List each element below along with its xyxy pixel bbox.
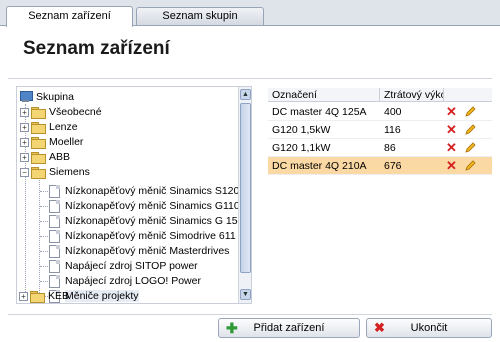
tree-item-label: Měniče projekty <box>65 290 139 302</box>
expand-icon[interactable]: + <box>20 122 29 132</box>
column-header-name[interactable]: Označení <box>268 88 380 102</box>
tree-item-label: Nízkonapěťový měnič Masterdrives <box>65 245 230 257</box>
footer-divider <box>8 314 492 315</box>
tree-content: Skupina + Všeobecné + Lenze + Moeller + … <box>17 87 243 303</box>
delete-icon[interactable]: ✕ <box>446 141 457 154</box>
scroll-up-icon[interactable]: ▲ <box>240 89 251 100</box>
tree-item[interactable]: Nízkonapěťový měnič Sinamics G110 <box>49 199 240 213</box>
expand-icon[interactable]: + <box>20 137 29 147</box>
table-row[interactable]: G120 1,5kW 116 ✕ <box>268 121 492 139</box>
tree-scrollbar[interactable]: ▲ ▼ <box>238 87 251 303</box>
tree-folder-abb[interactable]: + ABB <box>20 150 70 164</box>
computer-icon <box>19 91 33 103</box>
tree-folder-label: Siemens <box>49 166 90 178</box>
folder-icon <box>31 136 46 149</box>
delete-icon[interactable]: ✕ <box>446 159 457 172</box>
tab-group-list[interactable]: Seznam skupin <box>136 7 264 25</box>
device-grid: Označení Ztrátový výkon DC master 4Q 125… <box>268 88 492 178</box>
cell-name: DC master 4Q 125A <box>272 106 367 118</box>
scroll-down-icon[interactable]: ▼ <box>240 289 251 300</box>
delete-icon[interactable]: ✕ <box>446 123 457 136</box>
edit-icon[interactable] <box>464 106 476 118</box>
main-panel: Seznam zařízení Skupina + Všeobecné + Le… <box>0 26 500 342</box>
edit-icon[interactable] <box>464 124 476 136</box>
tree-item[interactable]: Napájecí zdroj SITOP power <box>49 259 198 273</box>
tree-item[interactable]: Nízkonapěťový měnič Simodrive 611 <box>49 229 236 243</box>
tree-item[interactable]: Nízkonapěťový měnič Masterdrives <box>49 244 229 258</box>
table-row-selected[interactable]: DC master 4Q 210A 676 ✕ <box>268 157 492 175</box>
grid-header: Označení Ztrátový výkon <box>268 88 492 102</box>
tree-root[interactable]: Skupina <box>19 90 74 104</box>
cell-name: DC master 4Q 210A <box>272 160 367 172</box>
document-icon <box>49 274 60 288</box>
document-icon <box>49 244 60 258</box>
tree-folder-label: KEB <box>48 290 70 302</box>
document-icon <box>49 229 60 243</box>
cell-loss: 116 <box>384 124 401 136</box>
expand-icon[interactable]: + <box>20 152 29 162</box>
cell-loss: 676 <box>384 160 402 172</box>
tree-folder-siemens[interactable]: − Siemens <box>20 165 90 179</box>
add-device-label: Přidat zařízení <box>253 322 325 334</box>
tree-folder-label: Všeobecné <box>49 106 102 118</box>
folder-icon <box>31 121 46 134</box>
edit-icon[interactable] <box>464 142 476 154</box>
cell-loss: 86 <box>384 142 396 154</box>
tree-line <box>39 175 40 293</box>
document-icon <box>49 214 60 228</box>
tree-folder-moeller[interactable]: + Moeller <box>20 135 83 149</box>
expand-icon[interactable]: + <box>20 107 29 117</box>
tree-item-label: Napájecí zdroj SITOP power <box>65 260 198 272</box>
cell-name: G120 1,5kW <box>272 124 331 136</box>
cell-loss: 400 <box>384 106 402 118</box>
tab-bar: Seznam zařízení Seznam skupin <box>0 0 500 27</box>
document-icon <box>49 184 60 198</box>
tree-folder-label: Moeller <box>49 136 84 148</box>
title-divider <box>8 78 492 79</box>
scroll-thumb[interactable] <box>240 103 251 273</box>
tree-item[interactable]: Nízkonapěťový měnič Sinamics S120 <box>49 184 239 198</box>
tree-line <box>40 236 48 237</box>
close-button[interactable]: ✖ Ukončit <box>366 318 492 338</box>
tree-line <box>40 281 48 282</box>
close-label: Ukončit <box>410 322 448 334</box>
tree-item-label: Nízkonapěťový měnič Sinamics S120 <box>65 185 240 197</box>
folder-icon <box>31 106 46 119</box>
folder-icon <box>30 290 45 303</box>
tree-folder-keb[interactable]: + KEB <box>19 289 69 303</box>
delete-icon[interactable]: ✕ <box>446 105 457 118</box>
group-tree[interactable]: Skupina + Všeobecné + Lenze + Moeller + … <box>16 86 252 304</box>
tree-line <box>40 191 48 192</box>
column-header-loss[interactable]: Ztrátový výkon <box>380 88 444 102</box>
tree-folder-label: Lenze <box>49 121 78 133</box>
tree-folder-lenze[interactable]: + Lenze <box>20 120 78 134</box>
table-row[interactable]: G120 1,1kW 86 ✕ <box>268 139 492 157</box>
table-row[interactable]: DC master 4Q 125A 400 ✕ <box>268 103 492 121</box>
add-device-button[interactable]: ✚ Přidat zařízení <box>218 318 360 338</box>
tree-folder-vseobecne[interactable]: + Všeobecné <box>20 105 102 119</box>
tree-item-label: Nízkonapěťový měnič Sinamics G110 <box>65 200 240 212</box>
tree-item-label: Napájecí zdroj LOGO! Power <box>65 275 201 287</box>
tree-item[interactable]: Napájecí zdroj LOGO! Power <box>49 274 201 288</box>
edit-icon[interactable] <box>464 160 476 172</box>
tree-line <box>40 221 48 222</box>
tree-root-label: Skupina <box>36 91 74 103</box>
tree-line <box>40 266 48 267</box>
page-title: Seznam zařízení <box>23 38 170 59</box>
folder-open-icon <box>31 166 46 179</box>
tab-device-list[interactable]: Seznam zařízení <box>6 6 133 27</box>
tree-item-label: Nízkonapěťový měnič Simodrive 611 <box>65 230 236 242</box>
document-icon <box>49 199 60 213</box>
document-icon <box>49 259 60 273</box>
folder-icon <box>31 151 46 164</box>
tree-line <box>40 206 48 207</box>
tree-item[interactable]: Nízkonapěťový měnič Sinamics G 150 <box>49 214 243 228</box>
tree-line <box>40 251 48 252</box>
expand-icon[interactable]: + <box>19 291 28 301</box>
cell-name: G120 1,1kW <box>272 142 331 154</box>
tree-item-label: Nízkonapěťový měnič Sinamics G 150 <box>65 215 244 227</box>
tree-folder-label: ABB <box>49 151 71 163</box>
collapse-icon[interactable]: − <box>20 167 29 177</box>
